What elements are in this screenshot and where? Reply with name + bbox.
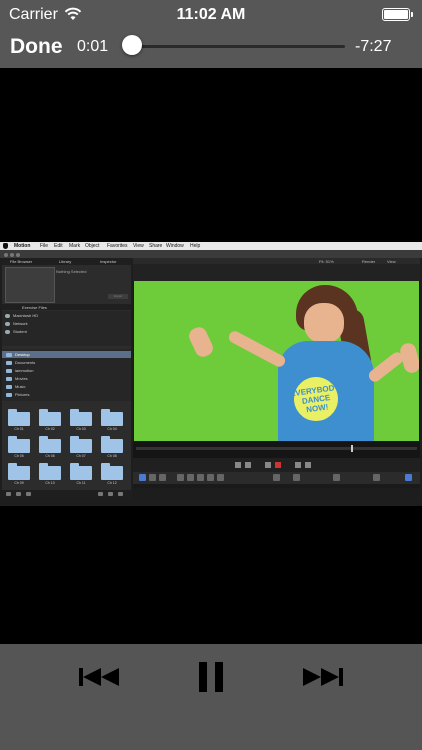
video-titlebar (0, 250, 422, 258)
remaining-time: -7:27 (355, 38, 392, 55)
video-menubar: Motion File Edit Mark Object Favorites V… (0, 242, 422, 250)
source-list: Macintosh HD Network Student (2, 311, 131, 346)
pause-icon[interactable] (181, 662, 241, 692)
menu-item: Edit (54, 243, 63, 249)
mini-timeline (133, 442, 420, 458)
battery-icon (382, 8, 413, 21)
favorite-item: Desktop (2, 351, 131, 358)
favorite-item: Movies (2, 375, 131, 382)
favorite-item: Music (2, 383, 131, 390)
scrubber-track[interactable] (132, 45, 345, 48)
left-arm (226, 329, 288, 369)
favorite-item: Documents (2, 359, 131, 366)
folder-icon: Ch 10 (37, 463, 65, 486)
pane-tabs: File Browser Library Inspector (2, 258, 131, 265)
player-nav-bar: Done 0:01 -7:27 (0, 30, 422, 68)
scrubber-thumb[interactable] (122, 35, 143, 55)
clock: 11:02 AM (176, 6, 246, 23)
sources-header-label: Exercise Files (22, 305, 47, 310)
folder-icon: Ch 12 (99, 463, 127, 486)
playback-controls (0, 644, 422, 750)
canvas-status-line (133, 488, 420, 498)
menu-item: View (133, 243, 144, 249)
folder-icon: Ch 04 (99, 409, 127, 432)
folder-icon: Ch 11 (68, 463, 96, 486)
left-hand (186, 324, 216, 360)
green-screen-video: EVERYBODY DANCE NOW! (134, 281, 419, 441)
left-pane-footer (2, 490, 131, 498)
folder-icon: Ch 03 (68, 409, 96, 432)
elapsed-time: 0:01 (77, 38, 109, 55)
face (304, 303, 344, 343)
done-button[interactable]: Done (10, 35, 63, 59)
tool-bar (133, 472, 420, 484)
left-pane: File Browser Library Inspector Nothing S… (2, 258, 131, 498)
menu-item: Mark (69, 243, 81, 249)
menu-item: Motion (14, 243, 31, 249)
status-bar: Carrier 11:02 AM (0, 0, 422, 30)
folder-icon: Ch 09 (6, 463, 34, 486)
right-hand (398, 341, 419, 375)
menu-item: Share (149, 243, 163, 249)
sources-header: Exercise Files (2, 304, 131, 310)
favorite-item: Pictures (2, 391, 131, 398)
source-item: Macintosh HD (5, 313, 125, 319)
import-button: Import (108, 294, 128, 299)
favorite-item: iammotion (2, 367, 131, 374)
folder-icon: Ch 02 (37, 409, 65, 432)
menu-item: File (40, 243, 49, 249)
menu-item: Help (190, 243, 201, 249)
folder-icon: Ch 05 (6, 436, 34, 459)
preview-box (5, 267, 55, 303)
previous-track-icon[interactable] (70, 662, 130, 692)
folder-icon: Ch 07 (68, 436, 96, 459)
folder-icon: Ch 08 (99, 436, 127, 459)
source-item: Network (5, 321, 125, 327)
tab-inspector: Inspector (100, 259, 117, 264)
canvas-toolbar (133, 264, 420, 281)
menu-item: Object (85, 243, 100, 249)
menu-item: Window (166, 243, 184, 249)
folder-grid: Ch 01 Ch 02 Ch 03 Ch 04 Ch 05 Ch 06 Ch 0… (2, 404, 131, 488)
tab-library: Library (59, 259, 72, 264)
source-item: Student (5, 329, 125, 335)
apple-icon (3, 243, 8, 249)
next-track-icon[interactable] (292, 662, 352, 692)
menu-item: Favorites (107, 243, 128, 249)
playhead (351, 445, 353, 452)
tab-file-browser: File Browser (10, 259, 33, 264)
battery-fill (384, 10, 408, 19)
folder-icon: Ch 06 (37, 436, 65, 459)
preview-text: Nothing Selected (56, 269, 87, 274)
favorites-list: Desktop Documents iammotion Movies Music… (2, 349, 131, 401)
video-frame[interactable]: Motion File Edit Mark Object Favorites V… (0, 242, 422, 506)
canvas-area: Fit: 51% Render View EVERYBODY DANCE NOW… (133, 258, 420, 498)
transport-controls (133, 458, 420, 472)
folder-icon: Ch 01 (6, 409, 34, 432)
